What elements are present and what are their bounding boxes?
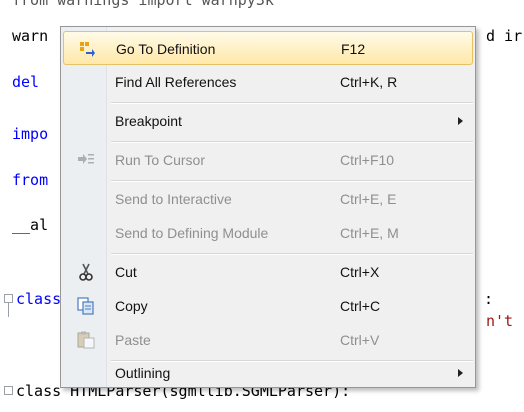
- code-line-import: from warnings import warnpy3k: [12, 0, 274, 9]
- code-line-import-2: impo: [12, 125, 49, 143]
- menu-separator: [111, 180, 473, 182]
- menu-item-shortcut: Ctrl+V: [340, 332, 380, 348]
- copy-icon: [77, 297, 95, 315]
- menu-item-label: Find All References: [115, 74, 237, 90]
- menu-item-run-to-cursor[interactable]: Run To Cursor Ctrl+F10: [63, 143, 473, 177]
- code-line-del: del: [12, 73, 40, 91]
- submenu-arrow-icon: [458, 117, 463, 125]
- run-to-cursor-icon: [77, 151, 95, 169]
- code-line-warn-tail: d ir: [486, 27, 523, 45]
- fold-toggle-icon[interactable]: [4, 386, 13, 395]
- menu-item-outlining[interactable]: Outlining: [63, 352, 473, 386]
- fold-guide-line: [8, 303, 9, 317]
- code-line-class-tail: :: [484, 290, 494, 308]
- menu-item-go-to-definition[interactable]: Go To Definition F12: [63, 31, 473, 65]
- menu-separator: [111, 253, 473, 255]
- paste-icon: [77, 331, 95, 349]
- code-line-string-tail: n't: [486, 312, 514, 330]
- menu-item-label: Cut: [115, 264, 137, 280]
- go-to-definition-icon: [78, 40, 96, 58]
- menu-item-shortcut: Ctrl+E, M: [340, 225, 399, 241]
- menu-separator: [111, 102, 473, 104]
- submenu-arrow-icon: [458, 369, 463, 377]
- code-line-warn: warn: [12, 27, 49, 45]
- menu-item-shortcut: Ctrl+F10: [340, 152, 395, 168]
- menu-item-label: Outlining: [115, 365, 171, 381]
- menu-item-label: Go To Definition: [116, 41, 216, 57]
- menu-item-label: Paste: [115, 332, 151, 348]
- menu-item-shortcut: Ctrl+C: [340, 298, 381, 314]
- menu-item-send-to-interactive[interactable]: Send to Interactive Ctrl+E, E: [63, 182, 473, 216]
- menu-item-copy[interactable]: Copy Ctrl+C: [63, 289, 473, 323]
- menu-item-label: Send to Defining Module: [115, 225, 269, 241]
- menu-item-label: Copy: [115, 298, 148, 314]
- context-menu: Go To Definition F12 Find All References…: [60, 26, 476, 388]
- menu-item-find-all-references[interactable]: Find All References Ctrl+K, R: [63, 65, 473, 99]
- code-line-class: class: [16, 290, 62, 308]
- scissors-icon: [77, 263, 95, 281]
- menu-item-label: Send to Interactive: [115, 191, 232, 207]
- menu-item-shortcut: Ctrl+E, E: [340, 191, 397, 207]
- menu-item-shortcut: Ctrl+X: [340, 264, 380, 280]
- fold-toggle-icon[interactable]: [4, 294, 13, 303]
- menu-item-shortcut: F12: [341, 41, 366, 57]
- menu-item-breakpoint[interactable]: Breakpoint: [63, 104, 473, 138]
- code-line-from: from: [12, 171, 49, 189]
- menu-separator: [111, 141, 473, 143]
- menu-item-label: Run To Cursor: [115, 152, 206, 168]
- menu-item-cut[interactable]: Cut Ctrl+X: [63, 255, 473, 289]
- menu-item-send-to-defining-module[interactable]: Send to Defining Module Ctrl+E, M: [63, 216, 473, 250]
- menu-item-label: Breakpoint: [115, 113, 182, 129]
- menu-item-shortcut: Ctrl+K, R: [340, 74, 398, 90]
- code-line-all: __al: [12, 216, 49, 234]
